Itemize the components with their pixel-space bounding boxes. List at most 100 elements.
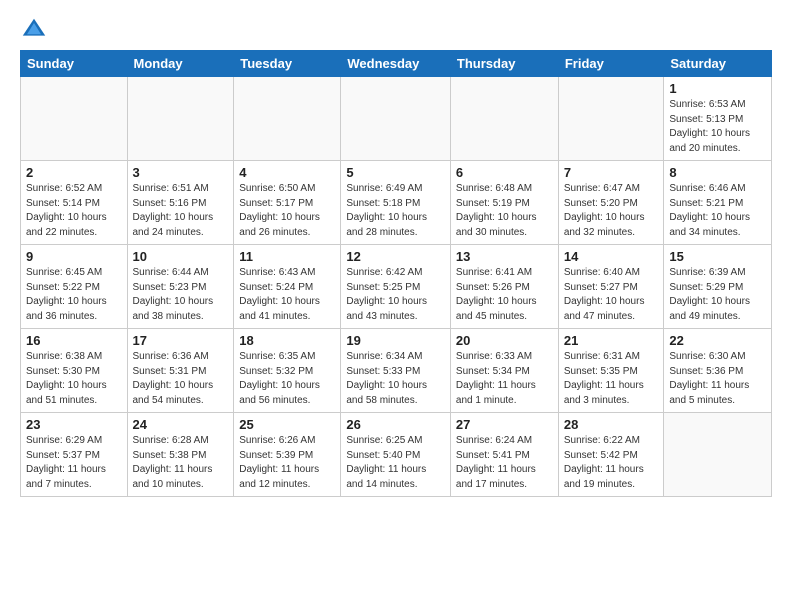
day-cell: 8Sunrise: 6:46 AM Sunset: 5:21 PM Daylig… [664, 161, 772, 245]
day-cell: 15 Sunrise: 6:39 AM Sunset: 5:29 PM Dayli… [664, 245, 772, 329]
day-cell: 12 Sunrise: 6:42 AM Sunset: 5:25 PM Dayli… [341, 245, 451, 329]
day-info: Sunrise: 6:43 AM Sunset: 5:24 PM Dayligh… [239, 266, 335, 324]
day-cell: 28Sunrise: 6:22 AM Sunset: 5:42 PM Dayli… [558, 413, 664, 497]
logo-icon [20, 16, 48, 44]
day-info: Sunrise: 6:42 AM Sunset: 5:25 PM Dayligh… [346, 266, 445, 324]
col-header-saturday: Saturday [664, 51, 772, 77]
week-row-1: 1 Sunrise: 6:53 AM Sunset: 5:13 PM Daylig… [21, 77, 772, 161]
day-number: 6 [456, 165, 553, 180]
day-info: Sunrise: 6:48 AM Sunset: 5:19 PM Dayligh… [456, 182, 553, 240]
day-number: 27 [456, 417, 553, 432]
day-number: 10 [133, 249, 229, 264]
day-number: 22 [669, 333, 766, 348]
week-row-2: 2Sunrise: 6:52 AM Sunset: 5:14 PM Daylig… [21, 161, 772, 245]
day-info: Sunrise: 6:44 AM Sunset: 5:23 PM Dayligh… [133, 266, 229, 324]
col-header-wednesday: Wednesday [341, 51, 451, 77]
day-info: Sunrise: 6:29 AM Sunset: 5:37 PM Dayligh… [26, 434, 122, 492]
day-number: 5 [346, 165, 445, 180]
col-header-thursday: Thursday [450, 51, 558, 77]
day-info: Sunrise: 6:28 AM Sunset: 5:38 PM Dayligh… [133, 434, 229, 492]
day-cell: 19 Sunrise: 6:34 AM Sunset: 5:33 PM Dayli… [341, 329, 451, 413]
day-info: Sunrise: 6:34 AM Sunset: 5:33 PM Dayligh… [346, 350, 445, 408]
day-cell: 13 Sunrise: 6:41 AM Sunset: 5:26 PM Dayli… [450, 245, 558, 329]
day-info: Sunrise: 6:45 AM Sunset: 5:22 PM Dayligh… [26, 266, 122, 324]
day-cell: 24 Sunrise: 6:28 AM Sunset: 5:38 PM Dayli… [127, 413, 234, 497]
day-number: 21 [564, 333, 659, 348]
day-info: Sunrise: 6:25 AM Sunset: 5:40 PM Dayligh… [346, 434, 445, 492]
day-cell: 10 Sunrise: 6:44 AM Sunset: 5:23 PM Dayli… [127, 245, 234, 329]
day-cell [450, 77, 558, 161]
day-info: Sunrise: 6:39 AM Sunset: 5:29 PM Dayligh… [669, 266, 766, 324]
calendar: SundayMondayTuesdayWednesdayThursdayFrid… [20, 50, 772, 497]
day-info: Sunrise: 6:51 AM Sunset: 5:16 PM Dayligh… [133, 182, 229, 240]
day-cell: 5 Sunrise: 6:49 AM Sunset: 5:18 PM Daylig… [341, 161, 451, 245]
day-number: 7 [564, 165, 659, 180]
col-header-tuesday: Tuesday [234, 51, 341, 77]
day-cell [234, 77, 341, 161]
day-cell [664, 413, 772, 497]
day-cell: 18Sunrise: 6:35 AM Sunset: 5:32 PM Dayli… [234, 329, 341, 413]
day-info: Sunrise: 6:47 AM Sunset: 5:20 PM Dayligh… [564, 182, 659, 240]
day-info: Sunrise: 6:41 AM Sunset: 5:26 PM Dayligh… [456, 266, 553, 324]
header-row: SundayMondayTuesdayWednesdayThursdayFrid… [21, 51, 772, 77]
logo [20, 16, 52, 44]
day-cell: 3 Sunrise: 6:51 AM Sunset: 5:16 PM Daylig… [127, 161, 234, 245]
day-number: 26 [346, 417, 445, 432]
day-info: Sunrise: 6:22 AM Sunset: 5:42 PM Dayligh… [564, 434, 659, 492]
day-cell: 20 Sunrise: 6:33 AM Sunset: 5:34 PM Dayli… [450, 329, 558, 413]
day-cell: 26 Sunrise: 6:25 AM Sunset: 5:40 PM Dayli… [341, 413, 451, 497]
day-cell: 6 Sunrise: 6:48 AM Sunset: 5:19 PM Daylig… [450, 161, 558, 245]
day-number: 12 [346, 249, 445, 264]
col-header-monday: Monday [127, 51, 234, 77]
day-cell: 21 Sunrise: 6:31 AM Sunset: 5:35 PM Dayli… [558, 329, 664, 413]
day-cell: 4 Sunrise: 6:50 AM Sunset: 5:17 PM Daylig… [234, 161, 341, 245]
day-cell: 2Sunrise: 6:52 AM Sunset: 5:14 PM Daylig… [21, 161, 128, 245]
day-cell: 11 Sunrise: 6:43 AM Sunset: 5:24 PM Dayli… [234, 245, 341, 329]
day-info: Sunrise: 6:49 AM Sunset: 5:18 PM Dayligh… [346, 182, 445, 240]
day-info: Sunrise: 6:36 AM Sunset: 5:31 PM Dayligh… [133, 350, 229, 408]
day-number: 3 [133, 165, 229, 180]
day-number: 23 [26, 417, 122, 432]
week-row-4: 16Sunrise: 6:38 AM Sunset: 5:30 PM Dayli… [21, 329, 772, 413]
day-number: 14 [564, 249, 659, 264]
day-info: Sunrise: 6:26 AM Sunset: 5:39 PM Dayligh… [239, 434, 335, 492]
day-number: 11 [239, 249, 335, 264]
day-number: 25 [239, 417, 335, 432]
day-info: Sunrise: 6:33 AM Sunset: 5:34 PM Dayligh… [456, 350, 553, 408]
col-header-sunday: Sunday [21, 51, 128, 77]
day-number: 9 [26, 249, 122, 264]
day-cell: 14Sunrise: 6:40 AM Sunset: 5:27 PM Dayli… [558, 245, 664, 329]
day-cell: 7 Sunrise: 6:47 AM Sunset: 5:20 PM Daylig… [558, 161, 664, 245]
day-number: 13 [456, 249, 553, 264]
day-info: Sunrise: 6:35 AM Sunset: 5:32 PM Dayligh… [239, 350, 335, 408]
day-number: 17 [133, 333, 229, 348]
day-cell: 25 Sunrise: 6:26 AM Sunset: 5:39 PM Dayli… [234, 413, 341, 497]
day-number: 16 [26, 333, 122, 348]
day-cell: 23 Sunrise: 6:29 AM Sunset: 5:37 PM Dayli… [21, 413, 128, 497]
header [20, 16, 772, 44]
day-info: Sunrise: 6:50 AM Sunset: 5:17 PM Dayligh… [239, 182, 335, 240]
page: SundayMondayTuesdayWednesdayThursdayFrid… [0, 0, 792, 513]
day-info: Sunrise: 6:24 AM Sunset: 5:41 PM Dayligh… [456, 434, 553, 492]
day-cell [127, 77, 234, 161]
week-row-5: 23 Sunrise: 6:29 AM Sunset: 5:37 PM Dayli… [21, 413, 772, 497]
day-number: 4 [239, 165, 335, 180]
day-number: 24 [133, 417, 229, 432]
day-info: Sunrise: 6:53 AM Sunset: 5:13 PM Dayligh… [669, 98, 766, 156]
day-cell: 16Sunrise: 6:38 AM Sunset: 5:30 PM Dayli… [21, 329, 128, 413]
day-number: 15 [669, 249, 766, 264]
day-cell: 22 Sunrise: 6:30 AM Sunset: 5:36 PM Dayli… [664, 329, 772, 413]
day-info: Sunrise: 6:31 AM Sunset: 5:35 PM Dayligh… [564, 350, 659, 408]
week-row-3: 9 Sunrise: 6:45 AM Sunset: 5:22 PM Daylig… [21, 245, 772, 329]
day-cell [21, 77, 128, 161]
day-cell: 1 Sunrise: 6:53 AM Sunset: 5:13 PM Daylig… [664, 77, 772, 161]
day-number: 20 [456, 333, 553, 348]
day-number: 19 [346, 333, 445, 348]
day-number: 2 [26, 165, 122, 180]
day-cell: 9 Sunrise: 6:45 AM Sunset: 5:22 PM Daylig… [21, 245, 128, 329]
day-cell: 27 Sunrise: 6:24 AM Sunset: 5:41 PM Dayli… [450, 413, 558, 497]
day-info: Sunrise: 6:30 AM Sunset: 5:36 PM Dayligh… [669, 350, 766, 408]
day-cell [341, 77, 451, 161]
day-number: 8 [669, 165, 766, 180]
day-number: 1 [669, 81, 766, 96]
